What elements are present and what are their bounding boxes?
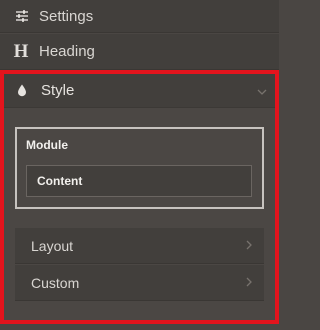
sliders-icon — [14, 8, 30, 24]
module-group: Module Content — [15, 127, 264, 209]
heading-icon: H — [13, 40, 29, 62]
style-item-custom-label: Custom — [31, 274, 80, 291]
chevron-right-icon — [246, 238, 252, 253]
chevron-right-icon — [246, 275, 252, 290]
section-style: Style Module Content Layout Custom — [0, 70, 279, 324]
section-settings-label: Settings — [39, 7, 94, 25]
section-settings[interactable]: Settings — [0, 0, 279, 33]
properties-panel: Settings H Heading Style Module Content — [0, 0, 279, 330]
style-item-custom[interactable]: Custom — [15, 265, 264, 301]
style-item-layout[interactable]: Layout — [15, 228, 264, 264]
content-selector[interactable]: Content — [26, 165, 252, 197]
section-style-header[interactable]: Style — [4, 74, 275, 108]
chevron-down-icon[interactable] — [257, 83, 267, 98]
section-style-label: Style — [41, 82, 75, 99]
droplet-icon — [14, 84, 30, 97]
section-heading[interactable]: H Heading — [0, 34, 279, 70]
content-label: Content — [37, 174, 83, 188]
style-item-layout-label: Layout — [31, 237, 74, 254]
section-heading-label: Heading — [39, 43, 95, 60]
module-label: Module — [26, 138, 68, 152]
